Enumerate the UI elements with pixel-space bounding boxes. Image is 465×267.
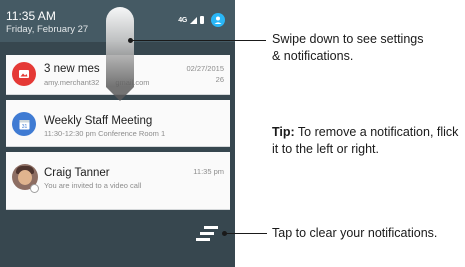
tip-label: Tip: [272, 125, 295, 139]
network-type-label: 4G [178, 16, 187, 24]
swipe-callout-text: Swipe down to see settings & notificatio… [272, 32, 424, 63]
battery-icon [200, 16, 204, 24]
notification-count: 26 [215, 75, 224, 84]
callout-line [225, 233, 267, 234]
calendar-icon: 31 [12, 112, 36, 136]
notification-subtitle: You are invited to a video call [44, 181, 142, 190]
photo-app-icon [12, 62, 36, 86]
status-date: Friday, February 27 [6, 24, 89, 35]
profile-icon[interactable] [211, 13, 225, 27]
status-time: 11:35 AM [6, 9, 56, 23]
tip-callout-text: Tip: To remove a notification, flick it … [272, 125, 459, 156]
calendar-day: 31 [21, 124, 27, 130]
callout-line [131, 40, 266, 41]
notification-title: Weekly Staff Meeting [44, 115, 153, 127]
swipe-down-arrow-icon [106, 87, 134, 101]
notification-card[interactable]: 31 Weekly Staff Meeting 11:30-12:30 pm C… [6, 100, 230, 147]
notification-card[interactable]: Craig Tanner You are invited to a video … [6, 152, 230, 210]
system-icons: 4G [178, 13, 225, 27]
notification-time: 02/27/2015 26 [186, 64, 224, 84]
video-call-badge-icon [30, 184, 39, 193]
notification-subtitle: 11:30-12:30 pm Conference Room 1 [44, 129, 166, 138]
notification-time: 11:35 pm [193, 167, 224, 176]
notification-title: Craig Tanner [44, 167, 110, 179]
clear-all-icon [204, 226, 218, 229]
clear-all-button[interactable] [196, 226, 218, 242]
signal-icon [190, 16, 197, 24]
notification-title: 3 new mes [44, 63, 100, 75]
clear-callout-text: Tap to clear your notifications. [272, 226, 438, 240]
swipe-down-indicator-icon [106, 7, 134, 87]
